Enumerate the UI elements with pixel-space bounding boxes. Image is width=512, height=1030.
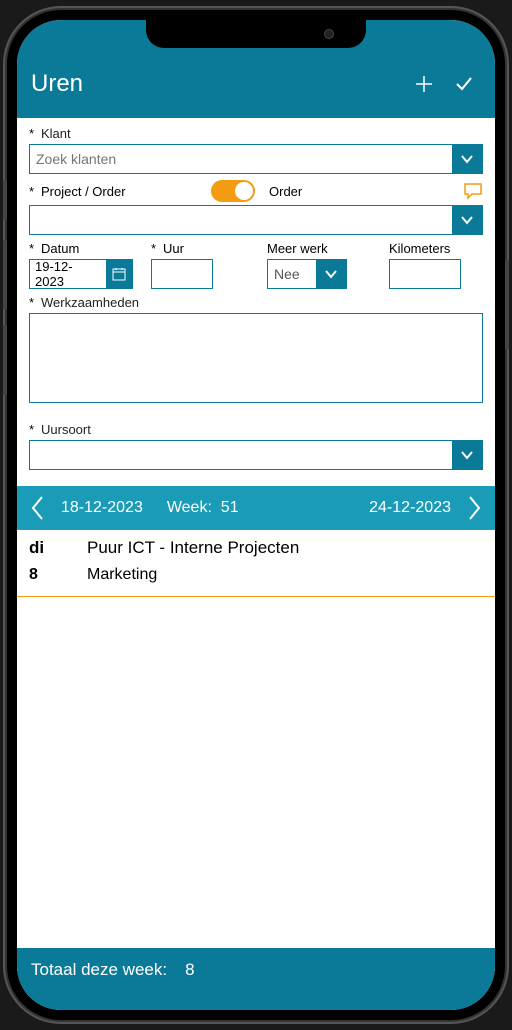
phone-notch <box>146 20 366 48</box>
entry-client: Puur ICT - Interne Projecten <box>87 538 299 558</box>
page-title: Uren <box>31 70 401 98</box>
check-icon <box>453 73 475 95</box>
kilometers-input[interactable] <box>389 259 461 289</box>
chevron-right-icon <box>466 495 482 521</box>
required-marker: * <box>29 184 41 199</box>
uursoort-input[interactable] <box>30 441 452 469</box>
week-end-date: 24-12-2023 <box>369 499 451 517</box>
volume-up-button <box>3 240 7 310</box>
uur-input[interactable] <box>151 259 213 289</box>
uursoort-select[interactable] <box>29 440 483 470</box>
uursoort-dropdown-button[interactable] <box>452 441 482 469</box>
project-label: Project / Order <box>41 184 211 199</box>
chevron-down-icon <box>460 152 474 166</box>
empty-space <box>17 597 495 948</box>
side-button <box>3 180 7 220</box>
total-value: 8 <box>185 960 194 980</box>
project-input[interactable] <box>30 206 452 234</box>
meerwerk-select[interactable] <box>267 259 347 289</box>
entry-hours: 8 <box>29 566 87 584</box>
datum-input[interactable]: 19-12-2023 <box>29 259 133 289</box>
chevron-down-icon <box>460 213 474 227</box>
werkzaamheden-label: Werkzaamheden <box>41 295 139 310</box>
plus-icon <box>414 74 434 94</box>
datum-value: 19-12-2023 <box>30 260 106 288</box>
confirm-button[interactable] <box>447 67 481 101</box>
chevron-left-icon <box>30 495 46 521</box>
project-dropdown-button[interactable] <box>452 206 482 234</box>
project-field: * Project / Order Order <box>29 180 483 235</box>
klant-dropdown-button[interactable] <box>452 145 482 173</box>
entry-day: di <box>29 538 87 558</box>
app-header: Uren <box>17 64 495 118</box>
required-marker: * <box>29 241 41 256</box>
calendar-button[interactable] <box>106 260 132 288</box>
volume-down-button <box>3 325 7 395</box>
werkzaamheden-field: * Werkzaamheden <box>29 295 483 408</box>
chevron-down-icon <box>460 448 474 462</box>
uursoort-label: Uursoort <box>41 422 91 437</box>
entry-activity: Marketing <box>87 566 157 584</box>
uur-label: Uur <box>163 241 184 256</box>
row-fields: *Datum 19-12-2023 *Uur Meer werk <box>29 241 483 289</box>
calendar-icon <box>111 266 127 282</box>
home-indicator-area <box>17 992 495 1010</box>
klant-input[interactable] <box>30 145 452 173</box>
order-toggle-label: Order <box>269 184 302 199</box>
prev-week-button[interactable] <box>23 495 53 521</box>
meerwerk-dropdown-button[interactable] <box>316 260 346 288</box>
comment-icon <box>463 182 483 200</box>
meerwerk-label: Meer werk <box>267 241 328 256</box>
power-button <box>505 260 509 350</box>
required-marker: * <box>29 126 41 141</box>
next-week-button[interactable] <box>459 495 489 521</box>
total-label: Totaal deze week: <box>31 960 167 980</box>
werkzaamheden-input[interactable] <box>29 313 483 403</box>
klant-select[interactable] <box>29 144 483 174</box>
week-total-footer: Totaal deze week: 8 <box>17 948 495 992</box>
required-marker: * <box>29 295 41 310</box>
form-area: * Klant * Project / Order Order <box>17 118 495 486</box>
week-label: Week: 51 <box>167 499 369 517</box>
add-button[interactable] <box>407 67 441 101</box>
klant-label: Klant <box>41 126 71 141</box>
project-select[interactable] <box>29 205 483 235</box>
order-toggle[interactable] <box>211 180 255 202</box>
week-start-date: 18-12-2023 <box>61 499 143 517</box>
time-entry[interactable]: di Puur ICT - Interne Projecten 8 Market… <box>17 530 495 597</box>
app-screen: Uren * Klant <box>17 20 495 1010</box>
required-marker: * <box>151 241 163 256</box>
phone-frame: Uren * Klant <box>7 10 505 1020</box>
klant-field: * Klant <box>29 126 483 174</box>
comment-button[interactable] <box>463 182 483 200</box>
week-navigator: 18-12-2023 Week: 51 24-12-2023 <box>17 486 495 530</box>
meerwerk-value[interactable] <box>268 260 316 288</box>
uursoort-field: * Uursoort <box>29 422 483 470</box>
datum-label: Datum <box>41 241 79 256</box>
kilometers-label: Kilometers <box>389 241 450 256</box>
chevron-down-icon <box>324 267 338 281</box>
required-marker: * <box>29 422 41 437</box>
